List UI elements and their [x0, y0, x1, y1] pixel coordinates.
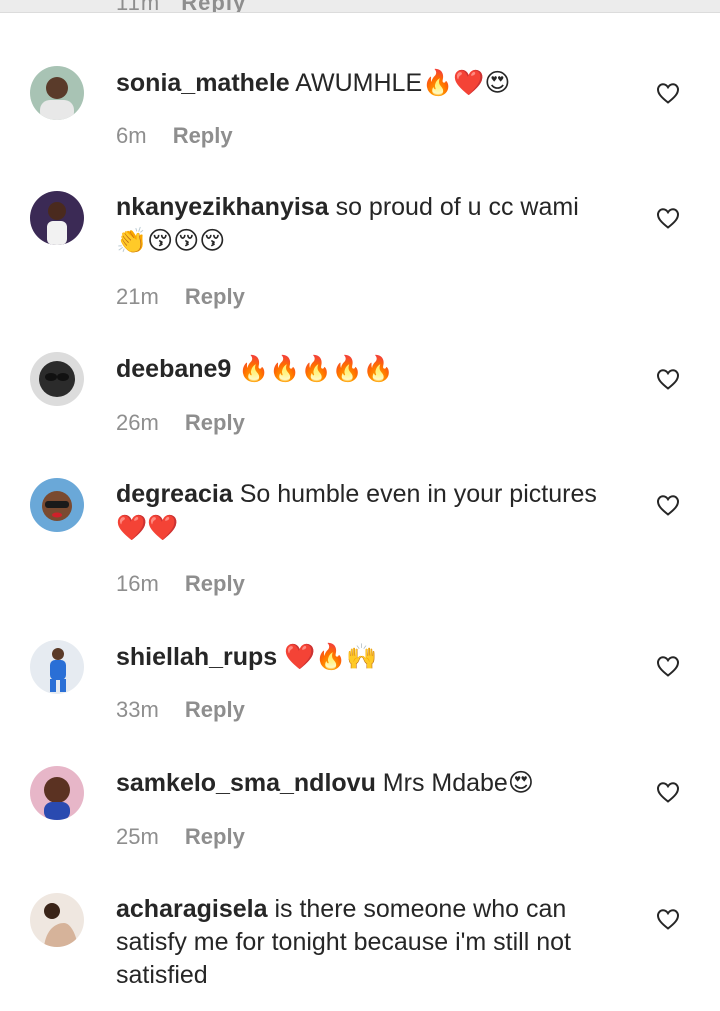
comment-body: shiellah_rups ❤️🔥🙌: [116, 640, 636, 674]
comment-time: 26m: [116, 410, 159, 435]
comment-time: 33m: [116, 697, 159, 722]
comment-username[interactable]: samkelo_sma_ndlovu: [116, 769, 376, 797]
avatar[interactable]: [30, 478, 84, 532]
avatar[interactable]: [30, 352, 84, 406]
comment-emoji: ❤️❤️: [116, 513, 179, 542]
reply-button[interactable]: Reply: [185, 697, 245, 722]
comment-username[interactable]: nkanyezikhanyisa: [116, 193, 329, 221]
heart-outline-icon[interactable]: [656, 781, 680, 803]
comment-username[interactable]: deebane9: [116, 355, 231, 383]
avatar[interactable]: [30, 766, 84, 820]
partial-reply-button[interactable]: Reply: [181, 0, 246, 12]
comment-meta: 16m Reply: [116, 571, 245, 597]
comment-meta: 6m Reply: [116, 123, 233, 149]
comment-body: degreacia So humble even in your picture…: [116, 478, 636, 545]
reply-button[interactable]: Reply: [185, 571, 245, 596]
comment-body: deebane9 🔥🔥🔥🔥🔥: [116, 352, 636, 386]
comment-username[interactable]: degreacia: [116, 480, 233, 508]
comment-time: 21m: [116, 284, 159, 309]
comment-text: so proud of u cc wami: [335, 193, 579, 221]
comment-time: 16m: [116, 571, 159, 596]
comment-body: sonia_mathele AWUMHLE🔥❤️😍: [116, 66, 636, 100]
comment-emoji: 🔥❤️😍: [422, 68, 511, 97]
comment-meta: 21m Reply: [116, 284, 245, 310]
comment-username[interactable]: shiellah_rups: [116, 643, 277, 671]
comment-emoji: 🔥🔥🔥🔥🔥: [238, 354, 394, 383]
partial-comment-meta: 11m Reply: [116, 0, 246, 12]
heart-outline-icon[interactable]: [656, 368, 680, 390]
reply-button[interactable]: Reply: [185, 824, 245, 849]
comment-emoji: 😍: [507, 768, 534, 797]
comment-meta: 25m Reply: [116, 824, 245, 850]
heart-outline-icon[interactable]: [656, 655, 680, 677]
comment-username[interactable]: sonia_mathele: [116, 69, 290, 97]
heart-outline-icon[interactable]: [656, 908, 680, 930]
heart-outline-icon[interactable]: [656, 207, 680, 229]
comment-time: 6m: [116, 123, 147, 148]
comment-text: AWUMHLE: [295, 69, 423, 97]
comment-meta: 26m Reply: [116, 410, 245, 436]
avatar[interactable]: [30, 893, 84, 947]
comment-username[interactable]: acharagisela: [116, 895, 268, 923]
comment-text: So humble even in your pictures: [239, 480, 597, 508]
partial-comment-time: 11m: [116, 0, 160, 12]
avatar[interactable]: [30, 640, 84, 694]
comment-body: samkelo_sma_ndlovu Mrs Mdabe😍: [116, 766, 636, 800]
reply-button[interactable]: Reply: [173, 123, 233, 148]
comment-body: acharagisela is there someone who can sa…: [116, 893, 636, 992]
heart-outline-icon[interactable]: [656, 494, 680, 516]
avatar[interactable]: [30, 191, 84, 245]
comment-meta: 33m Reply: [116, 697, 245, 723]
heart-outline-icon[interactable]: [656, 82, 680, 104]
comment-emoji: 👏😚😚😚: [116, 226, 226, 255]
top-scroll-edge: [0, 0, 720, 13]
comment-emoji: ❤️🔥🙌: [284, 642, 378, 671]
avatar[interactable]: [30, 66, 84, 120]
comment-time: 25m: [116, 824, 159, 849]
comment-body: nkanyezikhanyisa so proud of u cc wami 👏…: [116, 191, 636, 258]
reply-button[interactable]: Reply: [185, 410, 245, 435]
comment-text: Mrs Mdabe: [382, 769, 508, 797]
reply-button[interactable]: Reply: [185, 284, 245, 309]
